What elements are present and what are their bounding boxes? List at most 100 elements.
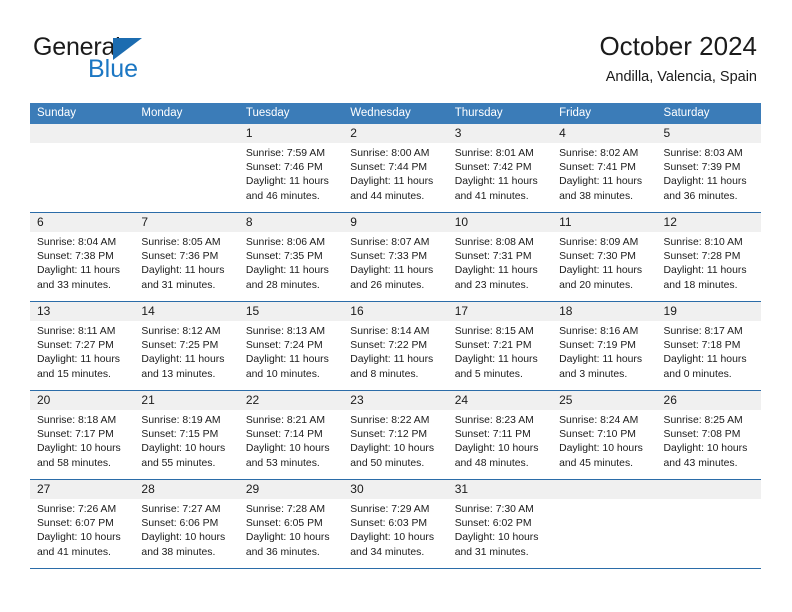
day-cell[interactable]: Sunrise: 8:06 AM Sunset: 7:35 PM Daylight:… bbox=[239, 232, 343, 301]
day-number[interactable]: 1 bbox=[239, 124, 343, 143]
daylight-text: Daylight: 11 hours and 44 minutes. bbox=[350, 176, 434, 202]
day-number[interactable]: 4 bbox=[552, 124, 656, 143]
day-number[interactable]: 12 bbox=[657, 213, 761, 232]
day-cell[interactable]: Sunrise: 8:23 AM Sunset: 7:11 PM Daylight:… bbox=[448, 410, 552, 479]
general-blue-logo[interactable]: General Blue bbox=[33, 34, 213, 84]
day-cell[interactable]: Sunrise: 8:24 AM Sunset: 7:10 PM Daylight:… bbox=[552, 410, 656, 479]
day-cell[interactable]: Sunrise: 7:28 AM Sunset: 6:05 PM Daylight:… bbox=[239, 499, 343, 568]
day-cell[interactable]: Sunrise: 7:29 AM Sunset: 6:03 PM Daylight:… bbox=[343, 499, 447, 568]
day-number[interactable]: 14 bbox=[134, 302, 238, 321]
day-number[interactable]: 22 bbox=[239, 391, 343, 410]
daylight-text: Daylight: 11 hours and 8 minutes. bbox=[350, 354, 434, 380]
daylight-text: Daylight: 10 hours and 48 minutes. bbox=[454, 443, 539, 469]
calendar-week-row: 27 28 29 30 31 Sunrise: 7:26 AM Sunset: 6:07 P… bbox=[30, 479, 761, 568]
day-number[interactable]: 28 bbox=[134, 480, 238, 499]
page-title: October 2024 bbox=[599, 31, 757, 61]
sunrise-text: Sunrise: 8:02 AM bbox=[559, 148, 639, 159]
day-cell-empty bbox=[30, 143, 134, 212]
page-subtitle-location: Andilla, Valencia, Spain bbox=[605, 69, 757, 85]
day-number[interactable]: 17 bbox=[448, 302, 552, 321]
daylight-text: Daylight: 10 hours and 38 minutes. bbox=[141, 532, 226, 558]
day-cell[interactable]: Sunrise: 8:13 AM Sunset: 7:24 PM Daylight:… bbox=[239, 321, 343, 390]
day-cell[interactable]: Sunrise: 8:21 AM Sunset: 7:14 PM Daylight:… bbox=[239, 410, 343, 479]
day-number[interactable]: 26 bbox=[657, 391, 761, 410]
day-number[interactable]: 20 bbox=[30, 391, 134, 410]
calendar-week-row: 20 21 22 23 24 25 26 Sunrise: 8:18 AM Sunset: 7:… bbox=[30, 390, 761, 479]
day-cell[interactable]: Sunrise: 8:10 AM Sunset: 7:28 PM Daylight:… bbox=[657, 232, 761, 301]
sunset-text: Sunset: 6:07 PM bbox=[37, 518, 114, 530]
day-cell[interactable]: Sunrise: 8:09 AM Sunset: 7:30 PM Daylight:… bbox=[552, 232, 656, 301]
day-number[interactable]: 15 bbox=[239, 302, 343, 321]
weekday-header-sunday: Sunday bbox=[37, 107, 77, 119]
day-cell[interactable]: Sunrise: 8:12 AM Sunset: 7:25 PM Daylight:… bbox=[134, 321, 238, 390]
sunrise-text: Sunrise: 8:16 AM bbox=[559, 326, 639, 337]
day-cell[interactable]: Sunrise: 8:00 AM Sunset: 7:44 PM Daylight:… bbox=[343, 143, 447, 212]
day-cell[interactable]: Sunrise: 7:59 AM Sunset: 7:46 PM Daylight:… bbox=[239, 143, 343, 212]
sunrise-text: Sunrise: 8:22 AM bbox=[350, 415, 430, 426]
day-number[interactable]: 30 bbox=[343, 480, 447, 499]
sunset-text: Sunset: 7:33 PM bbox=[350, 251, 428, 263]
daylight-text: Daylight: 11 hours and 26 minutes. bbox=[350, 265, 434, 291]
day-cell[interactable]: Sunrise: 8:19 AM Sunset: 7:15 PM Daylight:… bbox=[134, 410, 238, 479]
day-number[interactable]: 21 bbox=[134, 391, 238, 410]
sunrise-text: Sunrise: 8:13 AM bbox=[245, 326, 325, 337]
day-number[interactable]: 29 bbox=[239, 480, 343, 499]
day-cell[interactable]: Sunrise: 8:14 AM Sunset: 7:22 PM Daylight:… bbox=[343, 321, 447, 390]
day-cell[interactable]: Sunrise: 8:18 AM Sunset: 7:17 PM Daylight:… bbox=[30, 410, 134, 479]
day-cell[interactable]: Sunrise: 8:25 AM Sunset: 7:08 PM Daylight:… bbox=[657, 410, 761, 479]
day-number[interactable]: 31 bbox=[448, 480, 552, 499]
day-cell[interactable]: Sunrise: 8:04 AM Sunset: 7:38 PM Daylight:… bbox=[30, 232, 134, 301]
day-number-empty bbox=[552, 480, 656, 499]
day-number-empty bbox=[30, 124, 134, 143]
sunset-text: Sunset: 7:30 PM bbox=[559, 251, 636, 263]
day-number[interactable]: 5 bbox=[657, 124, 761, 143]
day-cell[interactable]: Sunrise: 8:16 AM Sunset: 7:19 PM Daylight:… bbox=[552, 321, 656, 390]
logo-text-blue: Blue bbox=[88, 55, 139, 83]
day-number[interactable]: 27 bbox=[30, 480, 134, 499]
daylight-text: Daylight: 11 hours and 5 minutes. bbox=[454, 354, 538, 380]
sunset-text: Sunset: 7:46 PM bbox=[245, 162, 323, 174]
day-number[interactable]: 25 bbox=[552, 391, 656, 410]
day-number[interactable]: 24 bbox=[448, 391, 552, 410]
day-cell[interactable]: Sunrise: 8:05 AM Sunset: 7:36 PM Daylight:… bbox=[134, 232, 238, 301]
daylight-text: Daylight: 10 hours and 41 minutes. bbox=[37, 532, 121, 558]
daylight-text: Daylight: 10 hours and 58 minutes. bbox=[37, 443, 121, 469]
day-number[interactable]: 11 bbox=[552, 213, 656, 232]
day-number[interactable]: 6 bbox=[30, 213, 134, 232]
day-number[interactable]: 23 bbox=[343, 391, 447, 410]
day-cell[interactable]: Sunrise: 8:17 AM Sunset: 7:18 PM Daylight:… bbox=[657, 321, 761, 390]
day-cell[interactable]: Sunrise: 7:26 AM Sunset: 6:07 PM Daylight:… bbox=[30, 499, 134, 568]
daylight-text: Daylight: 11 hours and 13 minutes. bbox=[141, 354, 225, 380]
sunrise-text: Sunrise: 8:25 AM bbox=[663, 415, 743, 426]
day-cell[interactable]: Sunrise: 8:02 AM Sunset: 7:41 PM Daylight:… bbox=[552, 143, 656, 212]
day-number[interactable]: 10 bbox=[448, 213, 552, 232]
day-number[interactable]: 16 bbox=[343, 302, 447, 321]
day-cell[interactable]: Sunrise: 8:11 AM Sunset: 7:27 PM Daylight:… bbox=[30, 321, 134, 390]
calendar-page: General Blue October 2024 Andilla, Valen… bbox=[0, 0, 792, 612]
day-number[interactable]: 13 bbox=[30, 302, 134, 321]
day-cell[interactable]: Sunrise: 8:03 AM Sunset: 7:39 PM Daylight:… bbox=[657, 143, 761, 212]
day-cell[interactable]: Sunrise: 8:15 AM Sunset: 7:21 PM Daylight:… bbox=[448, 321, 552, 390]
sunrise-text: Sunrise: 8:00 AM bbox=[350, 148, 430, 159]
sunset-text: Sunset: 7:18 PM bbox=[663, 340, 741, 352]
sunset-text: Sunset: 7:19 PM bbox=[559, 340, 636, 352]
sunrise-text: Sunrise: 7:29 AM bbox=[350, 504, 430, 515]
day-number[interactable]: 18 bbox=[552, 302, 656, 321]
day-number[interactable]: 19 bbox=[657, 302, 761, 321]
day-number[interactable]: 7 bbox=[134, 213, 238, 232]
day-cell[interactable]: Sunrise: 7:30 AM Sunset: 6:02 PM Daylight:… bbox=[448, 499, 552, 568]
daylight-text: Daylight: 11 hours and 23 minutes. bbox=[454, 265, 538, 291]
day-cell[interactable]: Sunrise: 8:08 AM Sunset: 7:31 PM Daylight:… bbox=[448, 232, 552, 301]
day-cell-empty bbox=[657, 499, 761, 568]
day-cell[interactable]: Sunrise: 8:07 AM Sunset: 7:33 PM Daylight:… bbox=[343, 232, 447, 301]
day-number[interactable]: 8 bbox=[239, 213, 343, 232]
day-number[interactable]: 9 bbox=[343, 213, 447, 232]
daylight-text: Daylight: 11 hours and 33 minutes. bbox=[37, 265, 120, 291]
day-cell[interactable]: Sunrise: 8:01 AM Sunset: 7:42 PM Daylight:… bbox=[448, 143, 552, 212]
sunrise-text: Sunrise: 8:01 AM bbox=[454, 148, 534, 159]
day-cell[interactable]: Sunrise: 8:22 AM Sunset: 7:12 PM Daylight:… bbox=[343, 410, 447, 479]
day-number[interactable]: 3 bbox=[448, 124, 552, 143]
daylight-text: Daylight: 10 hours and 53 minutes. bbox=[245, 443, 330, 469]
day-number[interactable]: 2 bbox=[343, 124, 447, 143]
day-cell[interactable]: Sunrise: 7:27 AM Sunset: 6:06 PM Daylight:… bbox=[134, 499, 238, 568]
